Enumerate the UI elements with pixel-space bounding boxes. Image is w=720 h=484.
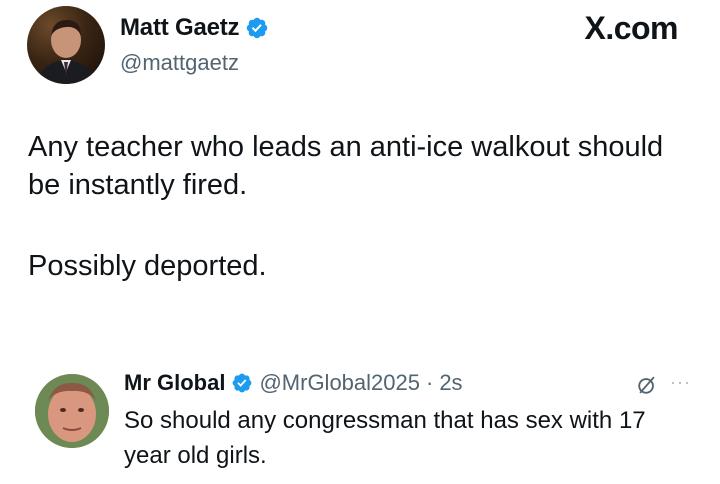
reply-avatar[interactable] [35,374,109,448]
reply-author-name[interactable]: Mr Global [124,370,225,396]
more-icon[interactable]: ··· [670,372,691,393]
author-avatar[interactable] [27,6,105,84]
tweet-text-line-3: Possibly deported. [28,250,267,282]
reply-author-handle[interactable]: @MrGlobal2025 [259,370,420,396]
reply-text-line-2: year old girls. [124,442,267,469]
reply-timestamp[interactable]: 2s [439,370,462,396]
author-name-row: Matt Gaetz [120,14,269,42]
tweet-text-line-2: be instantly fired. [28,169,248,201]
tweet-text-line-1: Any teacher who leads an anti-ice walkou… [28,131,664,163]
verified-badge-icon [233,373,252,393]
author-handle[interactable]: @mattgaetz [120,50,239,76]
brand-watermark: X.com [584,10,678,46]
separator-dot: · [425,370,434,395]
author-name[interactable]: Matt Gaetz [120,14,240,42]
reply-header: Mr Global @MrGlobal2025 · 2s [124,370,463,396]
grok-icon[interactable] [636,374,658,396]
reply-text-line-1: So should any congressman that has sex w… [124,407,646,434]
verified-badge-icon [247,17,268,39]
